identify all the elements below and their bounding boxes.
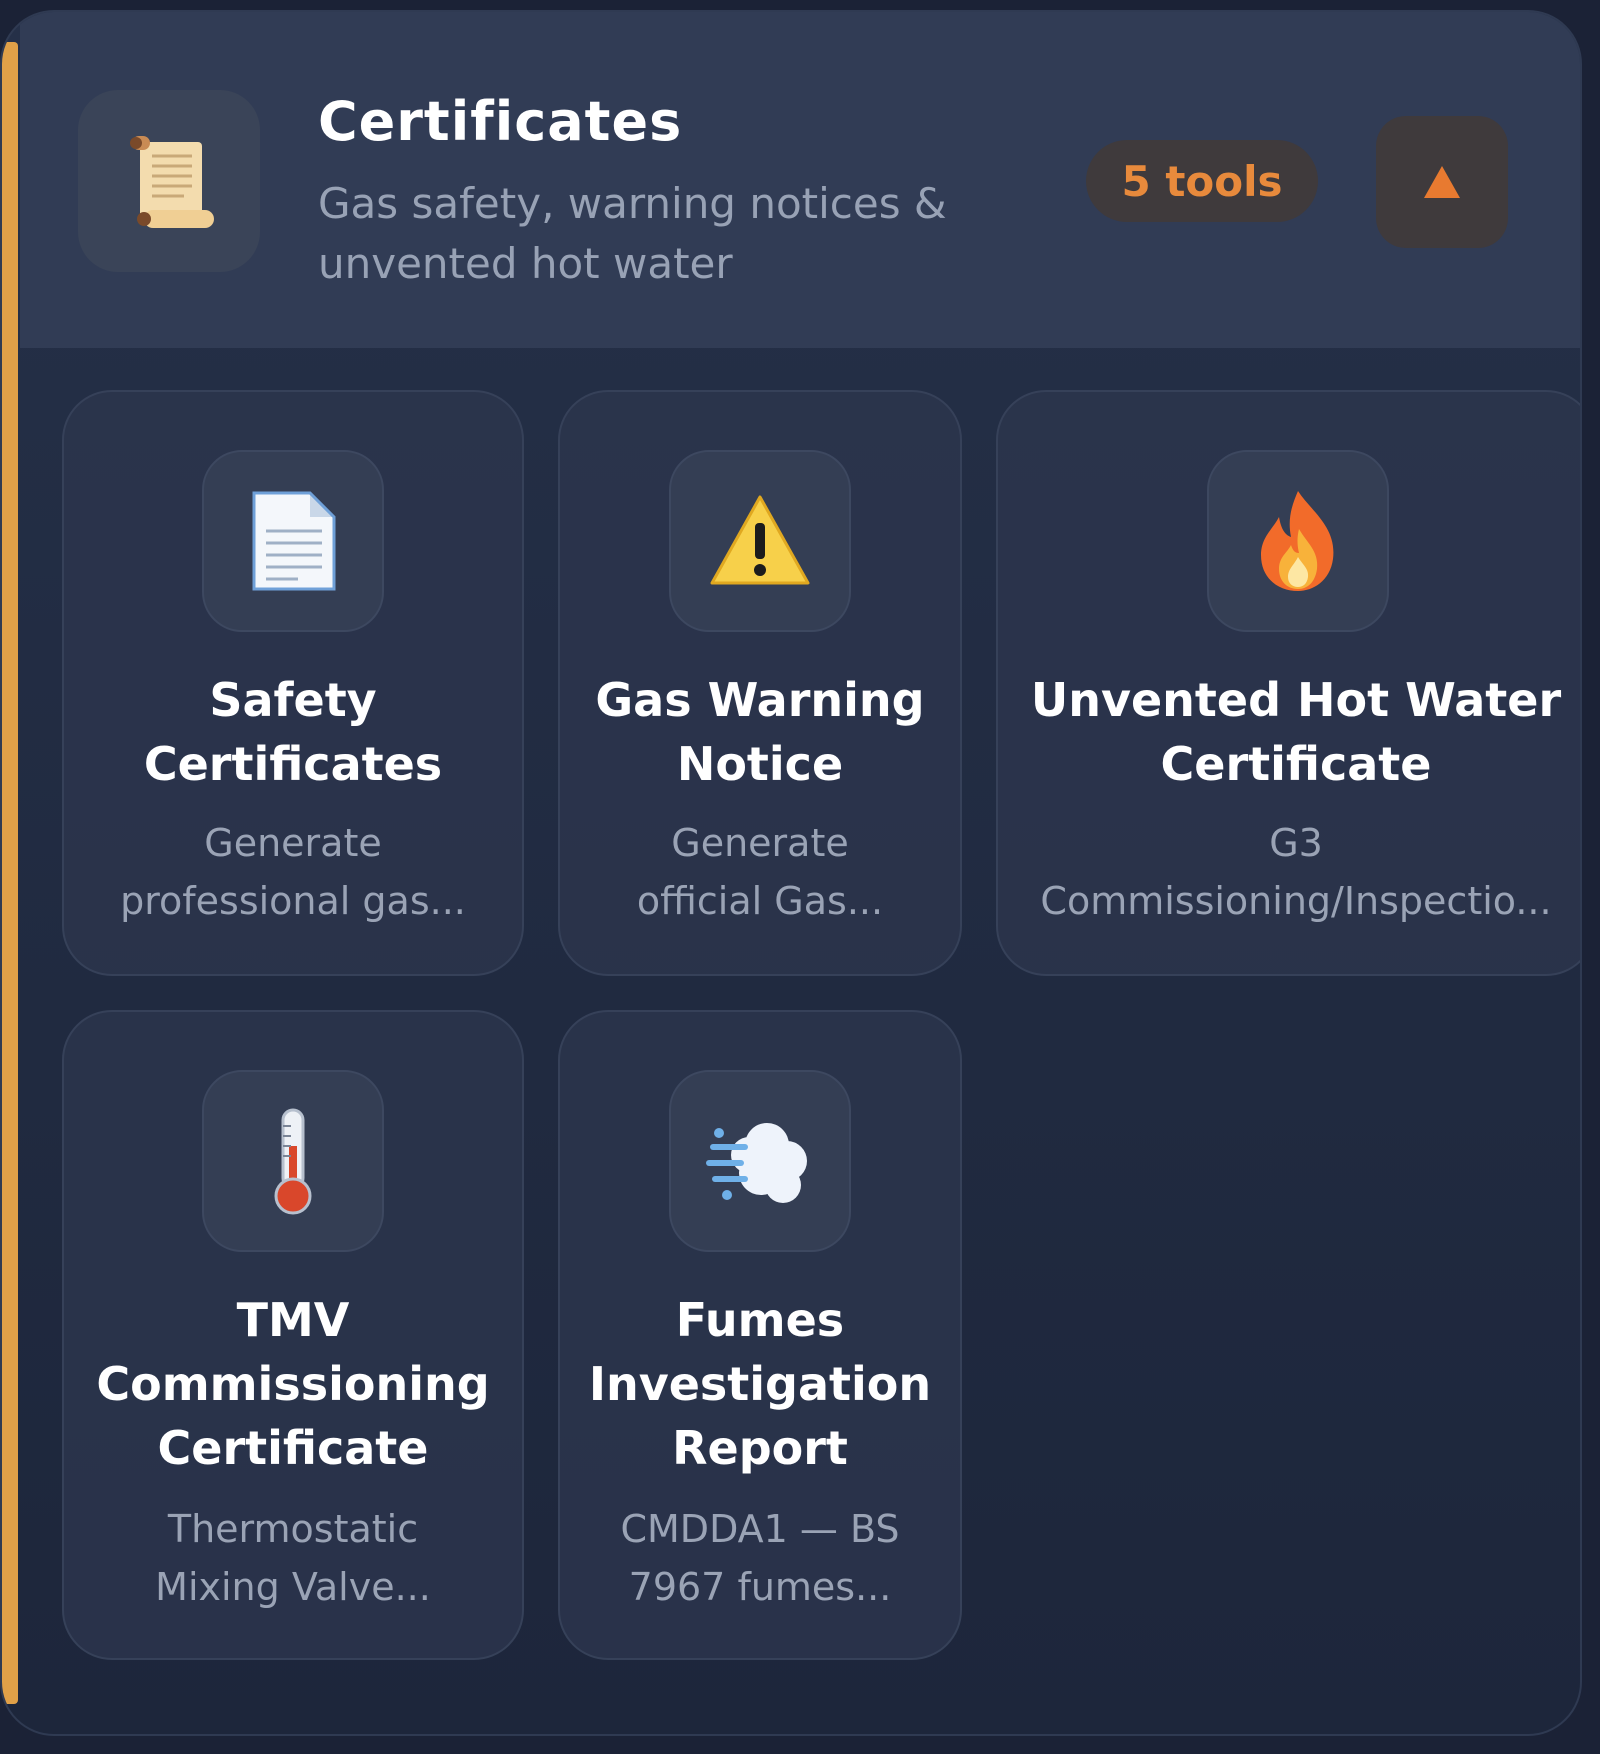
panel-title: Certificates <box>318 90 683 153</box>
tool-card-description: Generate official Gas... <box>636 821 884 923</box>
collapse-button[interactable] <box>1376 116 1508 248</box>
tool-card-gas-warning-notice[interactable]: Gas Warning Notice Generate official Gas… <box>558 390 962 976</box>
triangle-up-icon <box>1424 166 1460 198</box>
accent-bar <box>2 42 18 1704</box>
wind-cloud-icon <box>669 1070 851 1252</box>
panel-subtitle: Gas safety, warning notices & unvented h… <box>318 179 947 288</box>
tool-card-description: CMDDA1 — BS 7967 fumes... <box>620 1507 900 1609</box>
tool-card-title: TMV Commissioning Certificate <box>96 1293 490 1475</box>
tool-card-description: G3 Commissioning/Inspectio... <box>1040 821 1552 923</box>
certificates-panel: Certificates Gas safety, warning notices… <box>0 10 1582 1736</box>
document-icon <box>202 450 384 632</box>
tool-card-description: Generate professional gas... <box>120 821 466 923</box>
tool-card-description: Thermostatic Mixing Valve... <box>155 1507 431 1609</box>
tool-card-title: Gas Warning Notice <box>595 673 925 791</box>
tool-card-title: Safety Certificates <box>143 673 443 791</box>
tool-card-unvented-hot-water-certificate[interactable]: Unvented Hot Water Certificate G3 Commis… <box>996 390 1580 976</box>
tool-card-fumes-investigation-report[interactable]: Fumes Investigation Report CMDDA1 — BS 7… <box>558 1010 962 1660</box>
warning-icon <box>669 450 851 632</box>
tools-count-badge: 5 tools <box>1086 140 1318 222</box>
tool-card-title: Fumes Investigation Report <box>588 1293 932 1475</box>
thermometer-icon <box>202 1070 384 1252</box>
tool-card-safety-certificates[interactable]: Safety Certificates Generate professiona… <box>62 390 524 976</box>
scroll-icon <box>78 90 260 272</box>
tool-card-tmv-commissioning-certificate[interactable]: TMV Commissioning Certificate Thermostat… <box>62 1010 524 1660</box>
fire-icon <box>1207 450 1389 632</box>
tool-card-title: Unvented Hot Water Certificate <box>1030 673 1562 791</box>
panel-header[interactable]: Certificates Gas safety, warning notices… <box>20 12 1580 348</box>
